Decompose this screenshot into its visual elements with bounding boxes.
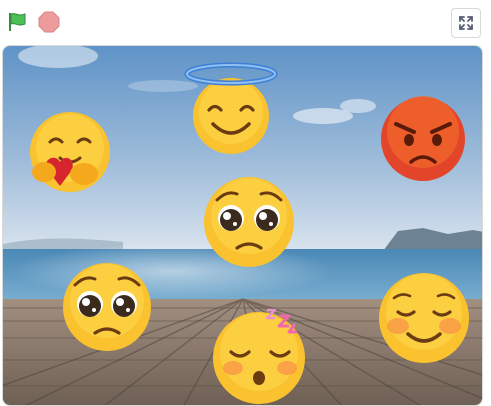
- pleading-face-icon: [63, 263, 151, 351]
- stage[interactable]: [2, 45, 483, 406]
- pleading-face-icon: [204, 177, 294, 267]
- emoji-hugging[interactable]: [26, 110, 114, 198]
- emoji-sleepy[interactable]: [209, 302, 313, 406]
- sleeping-face-icon: [213, 308, 305, 404]
- fullscreen-icon: [459, 16, 473, 30]
- green-flag-button[interactable]: [5, 10, 29, 34]
- stop-button[interactable]: [37, 10, 61, 34]
- stop-icon: [38, 11, 60, 33]
- green-flag-icon: [9, 13, 26, 31]
- emoji-blushing[interactable]: [376, 270, 472, 366]
- smiling-blushing-face-icon: [379, 273, 469, 363]
- angry-face-icon: [381, 96, 465, 181]
- emoji-angry[interactable]: [378, 94, 468, 184]
- smiling-face-with-halo-icon: [184, 62, 278, 154]
- fullscreen-button[interactable]: [451, 8, 481, 38]
- stage-toolbar: [0, 0, 491, 44]
- emoji-pleading-left[interactable]: [61, 257, 153, 353]
- hugging-face-icon: [30, 112, 110, 192]
- emoji-pleading-center[interactable]: [201, 170, 297, 270]
- emoji-angel[interactable]: [183, 60, 279, 156]
